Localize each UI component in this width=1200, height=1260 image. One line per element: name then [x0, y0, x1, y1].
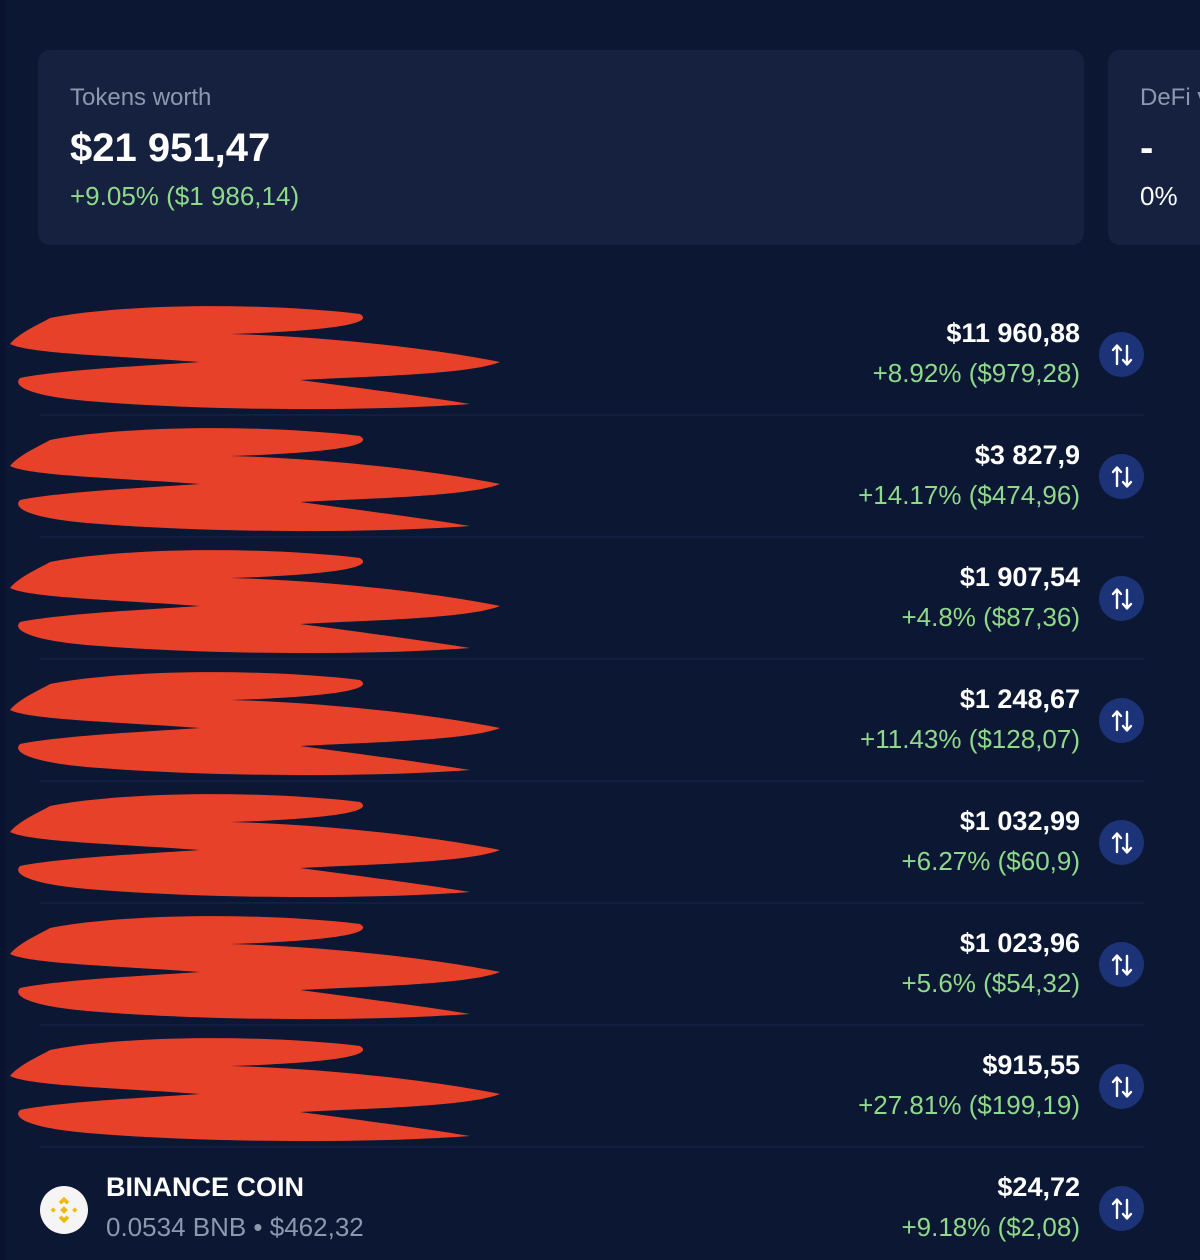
redaction-scribble — [0, 296, 530, 416]
defi-worth-card: DeFi v - 0% — [1108, 50, 1200, 245]
token-list: $11 960,88 +8.92% ($979,28) $3 827,9 +14.17… — [10, 294, 1144, 1260]
token-row[interactable]: $11 960,88 +8.92% ($979,28) — [10, 294, 1144, 416]
swap-button[interactable] — [1099, 576, 1144, 621]
redaction-scribble — [0, 784, 530, 904]
portfolio-page: Tokens worth $21 951,47 +9.05% ($1 986,1… — [0, 0, 1200, 1260]
token-change: +6.27% ($60,9) — [901, 846, 1080, 876]
swap-arrows-icon — [1110, 464, 1134, 490]
token-value: $1 248,67 — [959, 684, 1080, 714]
swap-button[interactable] — [1099, 332, 1144, 377]
token-row[interactable]: $1 032,99 +6.27% ($60,9) — [10, 782, 1144, 904]
redaction-scribble — [0, 540, 530, 660]
swap-button[interactable] — [1099, 454, 1144, 499]
tokens-worth-card: Tokens worth $21 951,47 +9.05% ($1 986,1… — [38, 50, 1084, 245]
token-row[interactable]: $1 023,96 +5.6% ($54,32) — [10, 904, 1144, 1026]
token-change: +8.92% ($979,28) — [872, 358, 1080, 388]
swap-arrows-icon — [1110, 342, 1134, 368]
swap-arrows-icon — [1110, 830, 1134, 856]
swap-button[interactable] — [1099, 1064, 1144, 1109]
token-value: $915,55 — [982, 1050, 1080, 1080]
redaction-scribble — [0, 906, 530, 1026]
tokens-worth-value: $21 951,47 — [70, 126, 271, 170]
token-value: $3 827,9 — [974, 440, 1080, 470]
swap-arrows-icon — [1110, 708, 1134, 734]
tokens-worth-label: Tokens worth — [70, 84, 212, 111]
token-row[interactable]: BINANCE COIN 0.0534 BNB • $462,32 $24,72 +9… — [40, 1148, 1144, 1260]
token-row[interactable]: $3 827,9 +14.17% ($474,96) — [10, 416, 1144, 538]
token-value: $11 960,88 — [946, 318, 1080, 348]
swap-button[interactable] — [1099, 1186, 1144, 1231]
token-change: +5.6% ($54,32) — [901, 968, 1080, 998]
redaction-scribble — [0, 662, 530, 782]
token-row[interactable]: $915,55 +27.81% ($199,19) — [10, 1026, 1144, 1148]
swap-arrows-icon — [1110, 586, 1134, 612]
swap-button[interactable] — [1099, 698, 1144, 743]
token-value: $1 907,54 — [959, 562, 1080, 592]
swap-arrows-icon — [1110, 1196, 1134, 1222]
binance-coin-icon — [40, 1186, 88, 1234]
defi-worth-value: - — [1140, 126, 1154, 170]
token-change: +27.81% ($199,19) — [858, 1090, 1080, 1120]
token-value: $24,72 — [997, 1172, 1080, 1202]
swap-button[interactable] — [1099, 942, 1144, 987]
token-row[interactable]: $1 907,54 +4.8% ($87,36) — [10, 538, 1144, 660]
token-name: BINANCE COIN — [106, 1172, 305, 1202]
token-change: +9.18% ($2,08) — [901, 1212, 1080, 1242]
token-balance: 0.0534 BNB • $462,32 — [106, 1212, 364, 1242]
token-change: +11.43% ($128,07) — [860, 724, 1080, 754]
defi-worth-label: DeFi v — [1140, 84, 1200, 111]
redaction-scribble — [0, 418, 530, 538]
token-change: +4.8% ($87,36) — [901, 602, 1080, 632]
tokens-worth-change: +9.05% ($1 986,14) — [70, 181, 300, 211]
swap-arrows-icon — [1110, 952, 1134, 978]
token-row[interactable]: $1 248,67 +11.43% ($128,07) — [10, 660, 1144, 782]
token-value: $1 023,96 — [959, 928, 1080, 958]
swap-button[interactable] — [1099, 820, 1144, 865]
token-change: +14.17% ($474,96) — [858, 480, 1080, 510]
swap-arrows-icon — [1110, 1074, 1134, 1100]
token-value: $1 032,99 — [959, 806, 1080, 836]
defi-worth-change: 0% — [1140, 181, 1178, 211]
redaction-scribble — [0, 1028, 530, 1148]
